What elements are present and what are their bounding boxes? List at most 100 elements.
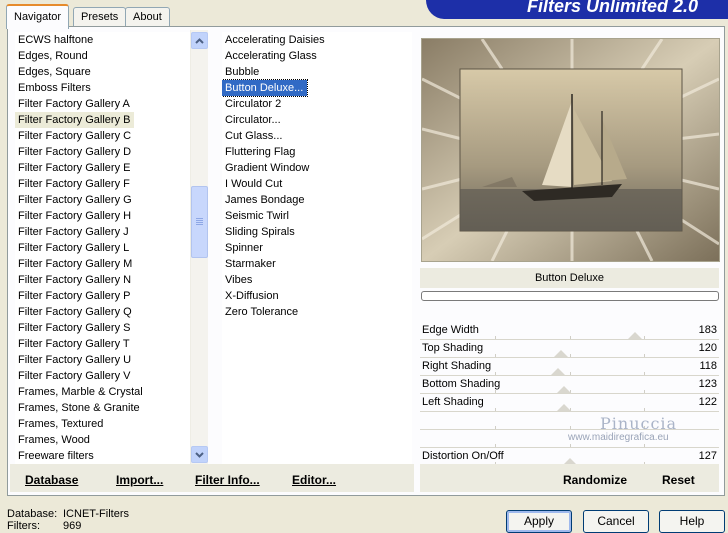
slider-tick (494, 372, 496, 375)
filter-item[interactable]: Gradient Window (222, 160, 313, 176)
slider-tick (644, 372, 646, 375)
category-item[interactable]: Filter Factory Gallery G (15, 192, 136, 208)
slider-thumb[interactable] (553, 350, 568, 357)
preview-filter-name: Button Deluxe (420, 268, 719, 288)
slider-label: Top Shading (422, 342, 484, 354)
category-item[interactable]: Filter Factory Gallery P (15, 288, 134, 304)
help-button[interactable]: Help (659, 510, 725, 533)
slider-row[interactable]: Right Shading 118 (420, 358, 719, 376)
filter-item[interactable]: Accelerating Glass (222, 48, 321, 64)
slider-thumb[interactable] (556, 386, 571, 393)
category-item[interactable]: Emboss Filters (15, 80, 95, 96)
slider-row[interactable]: Left Shading 122 (420, 394, 719, 412)
scroll-thumb[interactable] (191, 186, 208, 258)
category-item[interactable]: Frames, Stone & Granite (15, 400, 144, 416)
category-item[interactable]: Frames, Marble & Crystal (15, 384, 147, 400)
filter-item[interactable]: Circulator 2 (222, 96, 285, 112)
chevron-up-icon (195, 37, 204, 44)
category-item[interactable]: Filter Factory Gallery T (15, 336, 134, 352)
filter-item[interactable]: X-Diffusion (222, 288, 283, 304)
filter-item[interactable]: Circulator... (222, 112, 285, 128)
tab-presets[interactable]: Presets (73, 7, 127, 27)
slider-tick (644, 408, 646, 411)
slider-value: 183 (698, 324, 717, 336)
category-item[interactable]: Filter Factory Gallery E (15, 160, 134, 176)
category-item[interactable]: Filter Factory Gallery Q (15, 304, 136, 320)
scroll-down-button[interactable] (191, 446, 208, 463)
category-item[interactable]: Filter Factory Gallery N (15, 272, 135, 288)
title-banner: Filters Unlimited 2.0 (426, 0, 728, 19)
filter-item[interactable]: Bubble (222, 64, 263, 80)
slider-value: 127 (698, 450, 717, 462)
category-item[interactable]: Filter Factory Gallery D (15, 144, 135, 160)
slider-row[interactable]: Bottom Shading 123 (420, 376, 719, 394)
filter-list[interactable]: Accelerating Daisies Accelerating Glass Bu… (222, 32, 412, 464)
filter-item[interactable]: Vibes (222, 272, 256, 288)
progress-bar (421, 291, 719, 301)
slider-label: Distortion On/Off (422, 450, 504, 462)
category-item[interactable]: Filter Factory Gallery A (15, 96, 134, 112)
category-item[interactable]: Edges, Square (15, 64, 95, 80)
slider-tick (569, 426, 571, 429)
category-item[interactable]: Freeware filters (15, 448, 98, 464)
slider-tick (569, 372, 571, 375)
slider-label: Bottom Shading (422, 378, 501, 390)
slider-thumb[interactable] (628, 332, 643, 339)
database-value: ICNET-Filters (63, 508, 129, 520)
watermark-url: www.maidiregrafica.eu (568, 432, 669, 443)
slider-thumb[interactable] (550, 368, 565, 375)
filter-item[interactable]: Sliding Spirals (222, 224, 299, 240)
slider-tick (494, 408, 496, 411)
slider-row[interactable]: Top Shading 120 (420, 340, 719, 358)
category-item[interactable]: Filter Factory Gallery S (15, 320, 134, 336)
filter-item[interactable]: Spinner (222, 240, 267, 256)
filter-item[interactable]: James Bondage (222, 192, 309, 208)
category-item[interactable]: Filter Factory Gallery U (15, 352, 135, 368)
editor-button[interactable]: Editor... (292, 473, 336, 487)
slider-tick (644, 336, 646, 339)
database-button[interactable]: Database (25, 473, 78, 487)
database-label: Database: (7, 508, 58, 520)
apply-button[interactable]: Apply (506, 510, 572, 533)
tab-about[interactable]: About (125, 7, 170, 27)
slider-tick (494, 390, 496, 393)
slider-thumb[interactable] (556, 404, 571, 411)
filter-item[interactable]: Starmaker (222, 256, 280, 272)
cancel-button[interactable]: Cancel (583, 510, 649, 533)
filter-item[interactable]: Button Deluxe... (222, 79, 309, 97)
category-item[interactable]: Frames, Wood (15, 432, 94, 448)
slider-tick (569, 444, 571, 447)
category-item[interactable]: Filter Factory Gallery M (15, 256, 136, 272)
slider-row[interactable]: Edge Width 183 (420, 322, 719, 340)
category-item[interactable]: Filter Factory Gallery V (15, 368, 134, 384)
category-item[interactable]: Edges, Round (15, 48, 92, 64)
category-item[interactable]: Filter Factory Gallery J (15, 224, 133, 240)
category-item[interactable]: ECWS halftone (15, 32, 97, 48)
slider-tick (569, 354, 571, 357)
category-item[interactable]: Filter Factory Gallery L (15, 240, 133, 256)
filter-info-button[interactable]: Filter Info... (195, 473, 260, 487)
category-item[interactable]: Filter Factory Gallery H (15, 208, 135, 224)
tab-navigator[interactable]: Navigator (6, 4, 70, 29)
category-item[interactable]: Filter Factory Gallery F (15, 176, 134, 192)
filter-item[interactable]: Zero Tolerance (222, 304, 302, 320)
reset-button[interactable]: Reset (662, 473, 695, 487)
scroll-up-button[interactable] (191, 32, 208, 49)
category-list[interactable]: ECWS halftone Edges, Round Edges, Square Em… (15, 32, 190, 464)
filter-item[interactable]: Cut Glass... (222, 128, 286, 144)
slider-label: Edge Width (422, 324, 479, 336)
filter-item[interactable]: Fluttering Flag (222, 144, 299, 160)
preview-image (421, 38, 720, 262)
filter-item[interactable]: I Would Cut (222, 176, 286, 192)
category-item[interactable]: Frames, Textured (15, 416, 107, 432)
slider-tick (494, 354, 496, 357)
category-item[interactable]: Filter Factory Gallery C (15, 128, 135, 144)
filters-count-label: Filters: (7, 520, 40, 532)
randomize-button[interactable]: Randomize (563, 473, 627, 487)
filter-item[interactable]: Seismic Twirl (222, 208, 293, 224)
slider-value: 120 (698, 342, 717, 354)
category-scrollbar[interactable] (190, 30, 208, 465)
import-button[interactable]: Import... (116, 473, 163, 487)
filter-item[interactable]: Accelerating Daisies (222, 32, 329, 48)
category-item[interactable]: Filter Factory Gallery B (15, 112, 135, 128)
